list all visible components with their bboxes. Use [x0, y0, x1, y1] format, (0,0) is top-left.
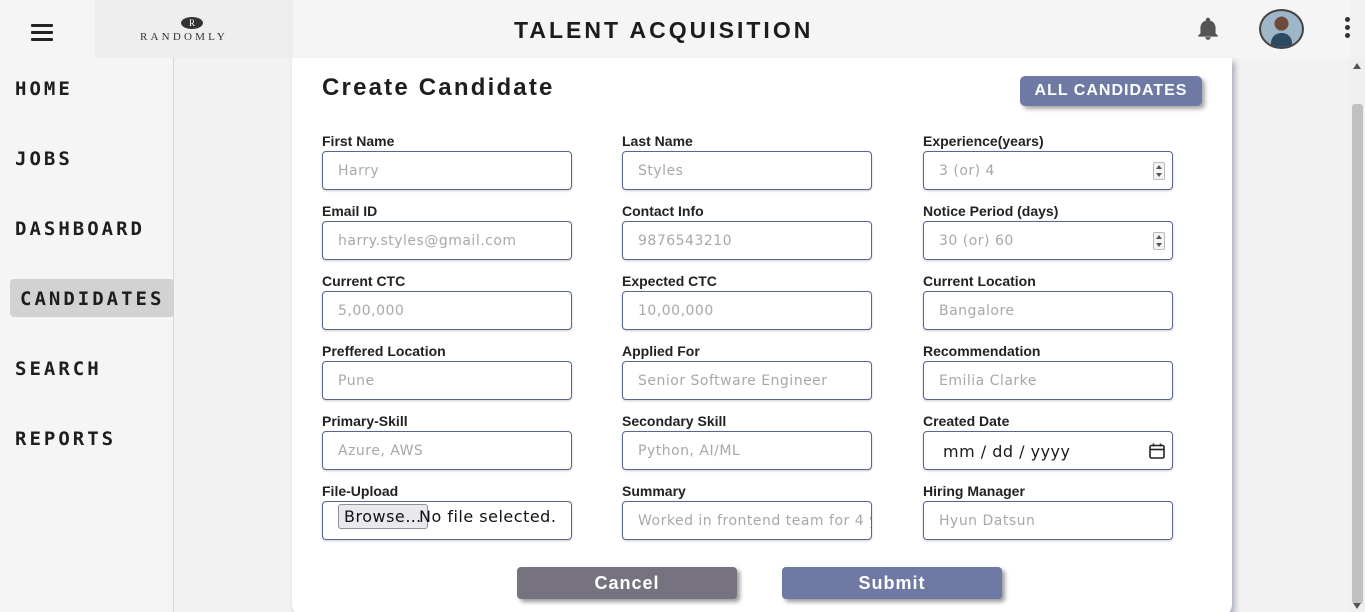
- summary-input[interactable]: [622, 501, 872, 540]
- sidebar-item-jobs[interactable]: JOBS: [15, 148, 73, 170]
- top-bar: R RANDOMLY TALENT ACQUISITION: [0, 0, 1350, 58]
- first-name-label: First Name: [322, 133, 395, 149]
- logo[interactable]: R RANDOMLY: [95, 0, 293, 58]
- current-ctc-input[interactable]: [322, 291, 572, 330]
- current-location-input[interactable]: [923, 291, 1173, 330]
- hamburger-menu-icon[interactable]: [31, 24, 53, 42]
- sidebar: HOME JOBS DASHBOARD CANDIDATES SEARCH RE…: [0, 58, 175, 612]
- experience-spinner-icon[interactable]: [1153, 162, 1165, 180]
- user-avatar[interactable]: [1259, 9, 1304, 49]
- browse-button[interactable]: Browse…: [338, 504, 428, 529]
- all-candidates-button[interactable]: ALL CANDIDATES: [1020, 76, 1202, 106]
- secondary-skill-input[interactable]: [622, 431, 872, 470]
- email-input[interactable]: [322, 221, 572, 260]
- submit-button[interactable]: Submit: [782, 567, 1002, 599]
- page-scrollbar[interactable]: [1350, 58, 1365, 612]
- sidebar-item-search[interactable]: SEARCH: [15, 358, 102, 380]
- calendar-icon[interactable]: [1148, 442, 1166, 460]
- expected-ctc-input[interactable]: [622, 291, 872, 330]
- email-label: Email ID: [322, 203, 378, 219]
- experience-input[interactable]: [923, 151, 1173, 190]
- current-location-label: Current Location: [923, 273, 1036, 289]
- notice-period-spinner-icon[interactable]: [1153, 232, 1165, 250]
- applied-for-input[interactable]: [622, 361, 872, 400]
- notice-period-field: [923, 221, 1173, 260]
- primary-skill-input[interactable]: [322, 431, 572, 470]
- recommendation-input[interactable]: [923, 361, 1173, 400]
- notice-period-label: Notice Period (days): [923, 203, 1059, 219]
- summary-label: Summary: [622, 483, 686, 499]
- sidebar-item-dashboard[interactable]: DASHBOARD: [15, 218, 145, 240]
- recommendation-label: Recommendation: [923, 343, 1041, 359]
- scroll-up-icon[interactable]: [1353, 63, 1361, 69]
- created-date-label: Created Date: [923, 413, 1010, 429]
- hiring-manager-input[interactable]: [923, 501, 1173, 540]
- hiring-manager-label: Hiring Manager: [923, 483, 1025, 499]
- scroll-thumb[interactable]: [1352, 104, 1363, 604]
- experience-label: Experience(years): [923, 133, 1044, 149]
- preferred-location-input[interactable]: [322, 361, 572, 400]
- primary-skill-label: Primary-Skill: [322, 413, 408, 429]
- last-name-input[interactable]: [622, 151, 872, 190]
- preferred-location-label: Preffered Location: [322, 343, 446, 359]
- contact-label: Contact Info: [622, 203, 704, 219]
- file-upload-field: Browse… No file selected.: [322, 501, 572, 540]
- cancel-button[interactable]: Cancel: [517, 567, 737, 599]
- scroll-down-icon[interactable]: [1353, 603, 1361, 609]
- sidebar-item-home[interactable]: HOME: [15, 78, 73, 100]
- create-candidate-card: Create Candidate ALL CANDIDATES First Na…: [292, 58, 1232, 612]
- sidebar-item-reports[interactable]: REPORTS: [15, 428, 116, 450]
- contact-input[interactable]: [622, 221, 872, 260]
- last-name-label: Last Name: [622, 133, 693, 149]
- created-date-input[interactable]: mm / dd / yyyy: [923, 431, 1173, 470]
- secondary-skill-label: Secondary Skill: [622, 413, 727, 429]
- file-status-text: No file selected.: [419, 507, 557, 526]
- notification-bell-icon[interactable]: [1195, 16, 1221, 42]
- more-options-icon[interactable]: [1338, 17, 1356, 41]
- logo-text: RANDOMLY: [140, 31, 229, 43]
- app-title: TALENT ACQUISITION: [514, 17, 814, 43]
- file-upload-label: File-Upload: [322, 483, 399, 499]
- first-name-input[interactable]: [322, 151, 572, 190]
- created-date-value: mm / dd / yyyy: [943, 442, 1071, 461]
- current-ctc-label: Current CTC: [322, 273, 406, 289]
- expected-ctc-label: Expected CTC: [622, 273, 717, 289]
- experience-field: [923, 151, 1173, 190]
- page-title: Create Candidate: [322, 74, 555, 101]
- sidebar-item-candidates[interactable]: CANDIDATES: [10, 279, 175, 317]
- notice-period-input[interactable]: [923, 221, 1173, 260]
- applied-for-label: Applied For: [622, 343, 700, 359]
- logo-mark: R: [181, 17, 203, 29]
